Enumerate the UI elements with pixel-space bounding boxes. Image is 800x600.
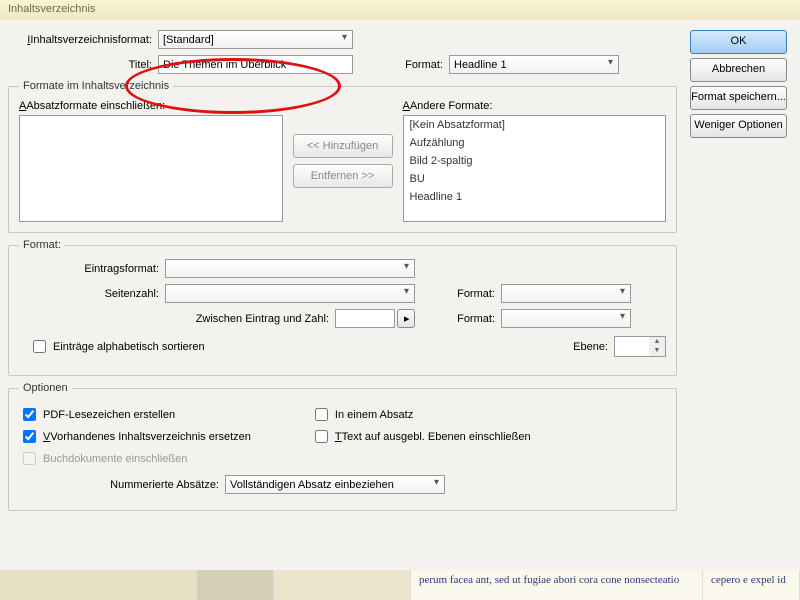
other-formats-list[interactable]: [Kein Absatzformat]AufzählungBild 2-spal… bbox=[403, 115, 667, 222]
title-format-select[interactable]: Headline 1 bbox=[449, 55, 619, 74]
format-group: Format: Eintragsformat: Seitenzahl: Form… bbox=[8, 239, 677, 376]
pdf-bookmarks-label: PDF-Lesezeichen erstellen bbox=[43, 409, 175, 421]
page-number-select[interactable] bbox=[165, 284, 415, 303]
between-format-label: Format: bbox=[435, 313, 501, 325]
hidden-layers-checkbox[interactable] bbox=[315, 430, 328, 443]
dialog-body: IInhaltsverzeichnisformat: [Standard] Ti… bbox=[0, 20, 800, 570]
toc-format-label: IInhaltsverzeichnisformat: bbox=[8, 34, 158, 46]
one-paragraph-label: In einem Absatz bbox=[335, 409, 413, 421]
cancel-button[interactable]: Abbrechen bbox=[690, 58, 787, 82]
between-input[interactable] bbox=[335, 309, 395, 328]
title-format-label: Format: bbox=[383, 59, 449, 71]
toc-format-select[interactable]: [Standard] bbox=[158, 30, 353, 49]
remove-button[interactable]: Entfernen >> bbox=[293, 164, 393, 188]
formats-group: Formate im Inhaltsverzeichnis AAbsatzfor… bbox=[8, 80, 677, 233]
other-formats-label: AAndere Formate: bbox=[403, 100, 667, 112]
formats-legend: Formate im Inhaltsverzeichnis bbox=[19, 80, 173, 92]
level-label: Ebene: bbox=[573, 341, 614, 353]
ok-button[interactable]: OK bbox=[690, 30, 787, 54]
page-format-label: Format: bbox=[435, 288, 501, 300]
hidden-layers-label: TText auf ausgebl. Ebenen einschließen bbox=[335, 431, 531, 443]
alpha-sort-label: Einträge alphabetisch sortieren bbox=[53, 341, 205, 353]
format-legend: Format: bbox=[19, 239, 65, 251]
page-footer: perum facea ant, sed ut fugiae abori cor… bbox=[0, 570, 800, 600]
page-format-select[interactable] bbox=[501, 284, 631, 303]
add-button[interactable]: << Hinzufügen bbox=[293, 134, 393, 158]
replace-toc-label: VVorhandenes Inhaltsverzeichnis ersetzen bbox=[43, 431, 251, 443]
title-label: Titel: bbox=[8, 59, 158, 71]
include-formats-list[interactable] bbox=[19, 115, 283, 222]
save-format-button[interactable]: Format speichern... bbox=[690, 86, 787, 110]
entry-format-label: Eintragsformat: bbox=[19, 263, 165, 275]
include-formats-label: AAbsatzformate einschließen: bbox=[19, 100, 283, 112]
replace-toc-checkbox[interactable] bbox=[23, 430, 36, 443]
page-number-label: Seitenzahl: bbox=[19, 288, 165, 300]
one-paragraph-checkbox[interactable] bbox=[315, 408, 328, 421]
numbered-paragraphs-label: Nummerierte Absätze: bbox=[19, 479, 225, 491]
level-stepper[interactable]: ▲▼ bbox=[614, 336, 666, 357]
between-menu-button[interactable]: ▸ bbox=[397, 309, 415, 328]
between-format-select[interactable] bbox=[501, 309, 631, 328]
book-docs-checkbox bbox=[23, 452, 36, 465]
alpha-sort-checkbox[interactable] bbox=[33, 340, 46, 353]
fewer-options-button[interactable]: Weniger Optionen bbox=[690, 114, 787, 138]
pdf-bookmarks-checkbox[interactable] bbox=[23, 408, 36, 421]
title-input[interactable] bbox=[158, 55, 353, 74]
between-label: Zwischen Eintrag und Zahl: bbox=[19, 313, 335, 325]
options-legend: Optionen bbox=[19, 382, 72, 394]
options-group: Optionen PDF-Lesezeichen erstellen VVorh… bbox=[8, 382, 677, 511]
numbered-paragraphs-select[interactable]: Vollständigen Absatz einbeziehen bbox=[225, 475, 445, 494]
book-docs-label: Buchdokumente einschließen bbox=[43, 453, 187, 465]
entry-format-select[interactable] bbox=[165, 259, 415, 278]
